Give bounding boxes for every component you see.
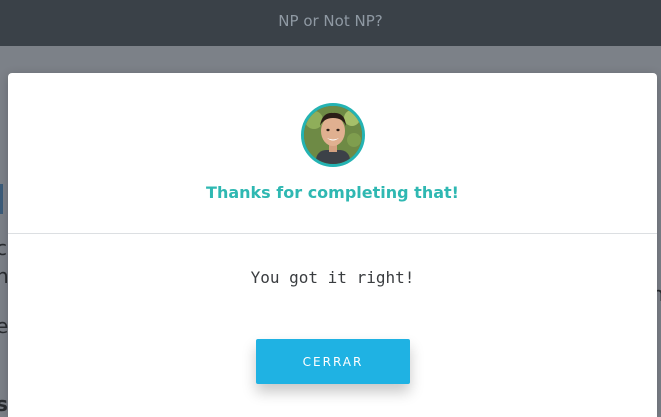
background-edge-element	[0, 184, 3, 214]
close-button[interactable]: CERRAR	[256, 339, 410, 384]
user-avatar-icon	[301, 103, 365, 167]
background-text-fragment: s	[0, 392, 8, 416]
page-title: NP or Not NP?	[278, 12, 383, 30]
modal-title: Thanks for completing that!	[206, 183, 459, 202]
modal-message: You got it right!	[250, 268, 415, 287]
completion-modal: Thanks for completing that! You got it r…	[8, 73, 657, 417]
top-bar: NP or Not NP?	[0, 0, 661, 46]
modal-divider	[8, 233, 657, 234]
background-text-fragment: c	[0, 236, 7, 260]
